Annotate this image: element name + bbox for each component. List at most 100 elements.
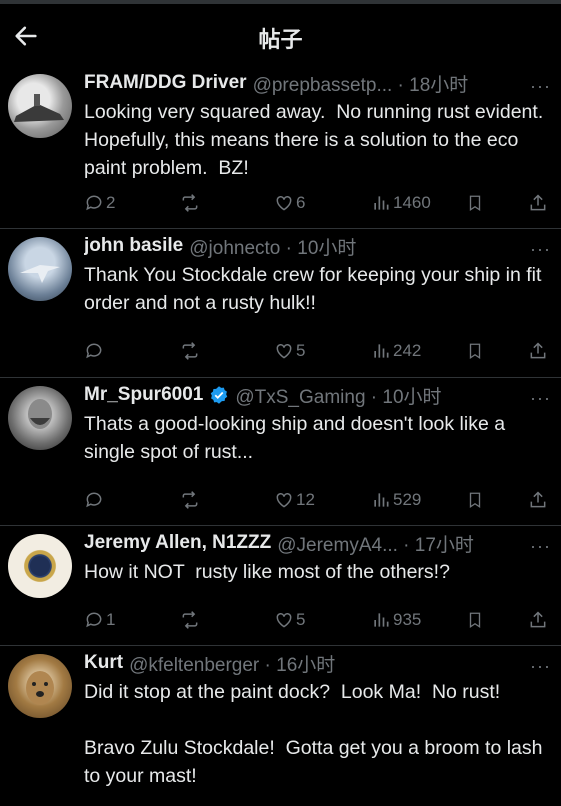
more-icon[interactable]: ··· xyxy=(530,388,551,409)
reply-button[interactable]: 1 xyxy=(84,610,115,630)
person-photo xyxy=(28,399,52,429)
post-item[interactable]: john basile @johnecto · 10小时 Thank You S… xyxy=(0,229,561,378)
like-button[interactable]: 6 xyxy=(274,193,305,213)
back-button[interactable] xyxy=(12,22,40,50)
author-handle[interactable]: @TxS_Gaming · 10小时 xyxy=(235,382,441,409)
share-icon xyxy=(530,342,546,359)
share-button[interactable] xyxy=(528,341,548,361)
action-bar: 5 242 xyxy=(84,336,554,366)
repost-icon xyxy=(182,611,198,629)
reply-count: 2 xyxy=(106,193,116,212)
post-header: Mr_Spur6001 @TxS_Gaming · 10小时 xyxy=(84,380,553,410)
action-bar: 1 5 935 xyxy=(84,605,554,635)
like-button[interactable]: 5 xyxy=(274,341,305,361)
repost-button[interactable] xyxy=(179,490,203,510)
author-name[interactable]: Kurt xyxy=(84,652,123,674)
post-item[interactable]: Mr_Spur6001 @TxS_Gaming · 10小时 Thats a g… xyxy=(0,378,561,526)
views-button[interactable]: 935 xyxy=(371,610,421,630)
verified-badge-icon xyxy=(211,386,228,404)
post-header: FRAM/DDG Driver @prepbassetp... · 18小时 xyxy=(84,68,553,98)
like-button[interactable]: 12 xyxy=(274,490,315,510)
repost-button[interactable] xyxy=(179,341,203,361)
views-button[interactable]: 529 xyxy=(371,490,421,510)
author-name[interactable]: Jeremy Allen, N1ZZZ xyxy=(84,532,271,554)
post-header: Jeremy Allen, N1ZZZ @JeremyA4... · 17小时 xyxy=(84,528,553,558)
repost-button[interactable] xyxy=(179,193,203,213)
heart-icon xyxy=(276,612,292,628)
post-text: Thats a good-looking ship and doesn't lo… xyxy=(84,413,511,463)
author-name[interactable]: FRAM/DDG Driver xyxy=(84,72,247,94)
share-button[interactable] xyxy=(528,193,548,213)
bookmark-icon xyxy=(469,612,481,629)
avatar[interactable] xyxy=(8,74,72,138)
post-text: How it NOT rusty like most of the others… xyxy=(84,561,450,583)
post-content: Jeremy Allen, N1ZZZ @JeremyA4... · 17小时 … xyxy=(84,526,553,586)
aircraft-image xyxy=(20,265,60,283)
bookmark-button[interactable] xyxy=(466,610,484,630)
share-button[interactable] xyxy=(528,490,548,510)
views-icon xyxy=(374,493,389,507)
post-item[interactable]: Jeremy Allen, N1ZZZ @JeremyA4... · 17小时 … xyxy=(0,526,561,646)
avatar[interactable] xyxy=(8,534,72,598)
avatar[interactable] xyxy=(8,654,72,718)
author-handle[interactable]: @kfeltenberger · 16小时 xyxy=(129,650,335,677)
post-item[interactable]: FRAM/DDG Driver @prepbassetp... · 18小时 L… xyxy=(0,66,561,229)
action-bar: 2 6 1460 xyxy=(84,188,554,218)
share-icon xyxy=(530,491,546,508)
repost-icon xyxy=(182,342,198,360)
reply-icon xyxy=(86,195,102,211)
more-icon[interactable]: ··· xyxy=(530,76,551,97)
bookmark-button[interactable] xyxy=(466,490,484,510)
author-handle[interactable]: @prepbassetp... · 18小时 xyxy=(253,70,469,97)
like-count: 12 xyxy=(296,490,315,509)
heart-icon xyxy=(276,195,292,211)
avatar[interactable] xyxy=(8,237,72,301)
reply-icon xyxy=(86,612,102,628)
action-bar: 12 529 xyxy=(84,485,554,515)
author-name[interactable]: john basile xyxy=(84,235,183,257)
warship-image xyxy=(14,94,64,122)
bookmark-button[interactable] xyxy=(466,193,484,213)
post-item[interactable]: Kurt @kfeltenberger · 16小时 Did it stop a… xyxy=(0,646,561,806)
view-count: 529 xyxy=(393,490,422,509)
post-content: FRAM/DDG Driver @prepbassetp... · 18小时 L… xyxy=(84,66,553,182)
author-name[interactable]: Mr_Spur6001 xyxy=(84,384,203,406)
repost-button[interactable] xyxy=(179,610,203,630)
views-button[interactable]: 1460 xyxy=(371,193,431,213)
bookmark-icon xyxy=(469,343,481,360)
like-count: 6 xyxy=(296,193,306,212)
post-content: Kurt @kfeltenberger · 16小时 Did it stop a… xyxy=(84,646,553,790)
reply-button[interactable]: 2 xyxy=(84,193,115,213)
avatar[interactable] xyxy=(8,386,72,450)
reply-button[interactable] xyxy=(84,490,106,510)
author-handle[interactable]: @johnecto · 10小时 xyxy=(189,233,356,260)
post-content: Mr_Spur6001 @TxS_Gaming · 10小时 Thats a g… xyxy=(84,378,553,466)
emblem-image xyxy=(30,556,50,576)
bookmark-button[interactable] xyxy=(466,341,484,361)
share-icon xyxy=(530,194,546,211)
views-button[interactable]: 242 xyxy=(371,341,421,361)
views-icon xyxy=(374,196,389,210)
views-icon xyxy=(374,344,389,358)
more-icon[interactable]: ··· xyxy=(530,536,551,557)
reply-button[interactable] xyxy=(84,341,106,361)
author-handle[interactable]: @JeremyA4... · 17小时 xyxy=(277,530,474,557)
share-icon xyxy=(530,611,546,628)
more-icon[interactable]: ··· xyxy=(530,239,551,260)
repost-icon xyxy=(182,194,198,212)
dog-photo xyxy=(26,671,54,705)
reply-feed: FRAM/DDG Driver @prepbassetp... · 18小时 L… xyxy=(0,66,561,806)
bookmark-icon xyxy=(469,492,481,509)
view-count: 242 xyxy=(393,341,422,360)
page-title: 帖子 xyxy=(258,27,303,52)
post-header: john basile @johnecto · 10小时 xyxy=(84,231,553,261)
like-button[interactable]: 5 xyxy=(274,610,305,630)
bookmark-icon xyxy=(469,195,481,212)
view-count: 1460 xyxy=(393,193,431,212)
more-icon[interactable]: ··· xyxy=(530,656,551,677)
post-header: Kurt @kfeltenberger · 16小时 xyxy=(84,648,553,678)
post-text: Thank You Stockdale crew for keeping you… xyxy=(84,264,547,314)
share-button[interactable] xyxy=(528,610,548,630)
like-count: 5 xyxy=(296,610,306,629)
reply-count: 1 xyxy=(106,610,116,629)
